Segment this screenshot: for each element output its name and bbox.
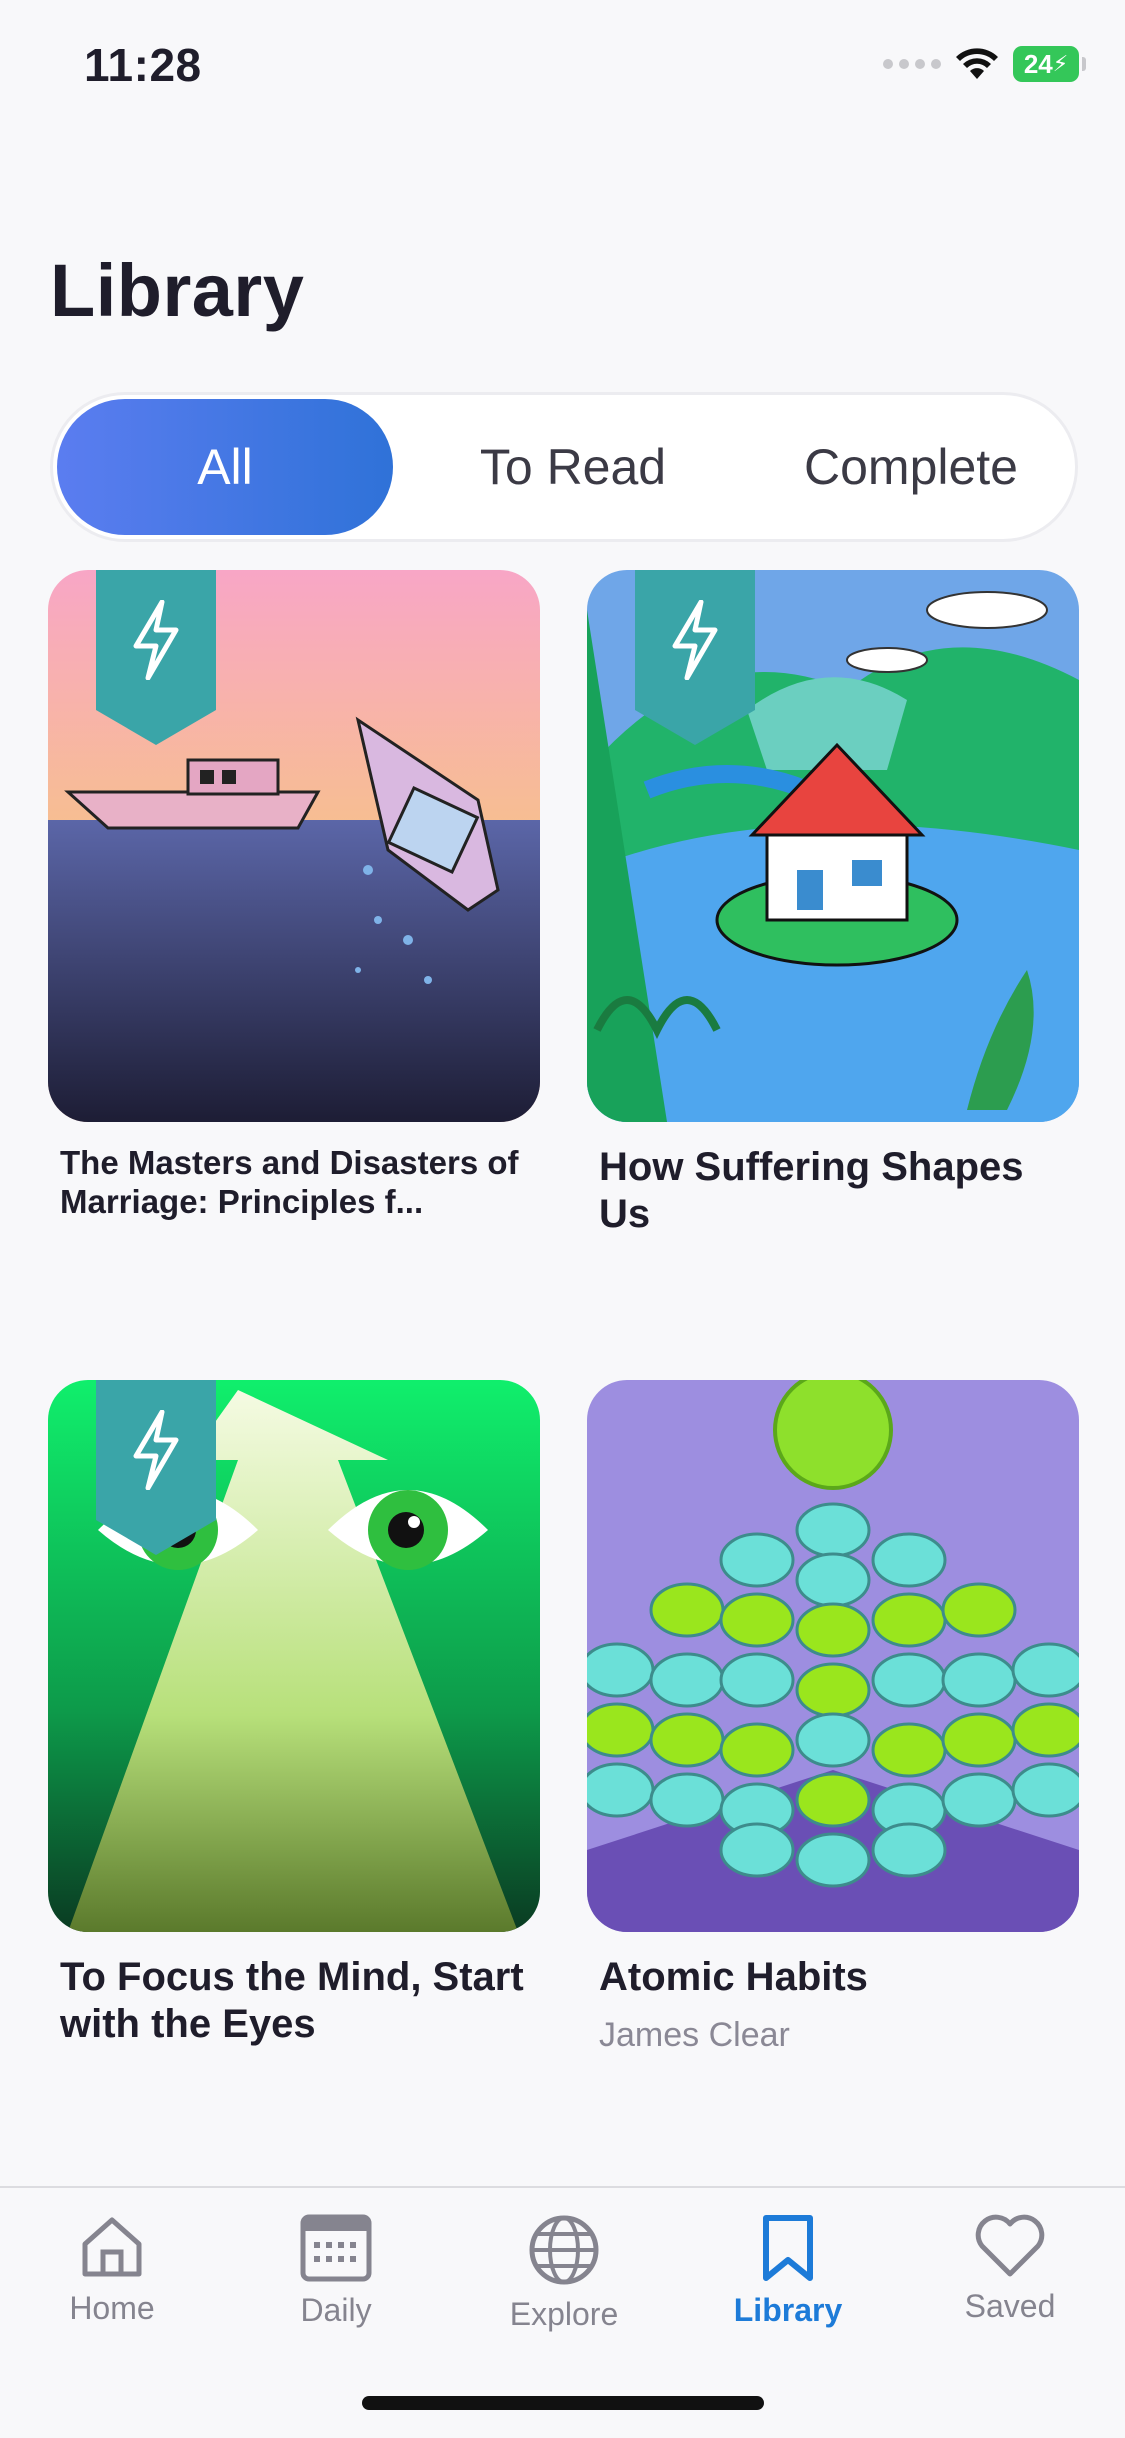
tab-home[interactable]: Home <box>32 2214 192 2327</box>
page-title: Library <box>50 249 305 332</box>
book-author: James Clear <box>599 2016 790 2054</box>
quick-read-badge <box>96 570 216 745</box>
status-time: 11:28 <box>84 39 202 91</box>
heart-icon <box>975 2214 1045 2277</box>
globe-icon <box>529 2215 599 2285</box>
book-title[interactable]: Atomic Habits <box>599 1954 1069 2001</box>
status-indicators: 24 ⚡ <box>883 46 1086 82</box>
book-cover-image[interactable] <box>48 570 540 1122</box>
book-title[interactable]: How Suffering Shapes Us <box>599 1144 1069 1238</box>
book-cover-image[interactable] <box>48 1380 540 1932</box>
tab-label: Home <box>69 2290 155 2326</box>
tab-saved[interactable]: Saved <box>930 2214 1090 2325</box>
tab-explore[interactable]: Explore <box>484 2214 644 2333</box>
status-bar: 11:28 24 ⚡ <box>0 0 1125 130</box>
bolt-icon <box>672 600 718 680</box>
tab-label: Saved <box>964 2288 1056 2324</box>
tab-label: Daily <box>300 2292 372 2328</box>
tab-to-read[interactable]: To Read <box>403 399 743 535</box>
book-card[interactable]: The Masters and Disasters of Marriage: P… <box>48 570 540 1270</box>
battery-icon: 24 ⚡ <box>1013 46 1086 82</box>
book-card[interactable]: How Suffering Shapes Us <box>587 570 1079 1270</box>
bolt-icon <box>133 600 179 680</box>
battery-level: 24 <box>1023 48 1053 79</box>
tab-complete[interactable]: Complete <box>743 399 1079 535</box>
quick-read-badge <box>635 570 755 745</box>
tab-all[interactable]: All <box>57 399 393 535</box>
calendar-icon <box>300 2214 372 2282</box>
book-card[interactable]: Atomic Habits James Clear <box>587 1380 1079 2080</box>
book-title[interactable]: The Masters and Disasters of Marriage: P… <box>60 1144 530 1222</box>
bolt-icon <box>133 1410 179 1490</box>
library-filter-tabs: All To Read Complete <box>50 392 1078 542</box>
bookmark-icon <box>763 2215 813 2281</box>
book-title[interactable]: To Focus the Mind, Start with the Eyes <box>60 1954 530 2048</box>
cellular-signal-icon <box>883 59 941 69</box>
book-cover-image[interactable] <box>587 570 1079 1122</box>
tab-label: Explore <box>509 2296 619 2332</box>
book-card[interactable]: To Focus the Mind, Start with the Eyes <box>48 1380 540 2080</box>
home-indicator[interactable] <box>362 2396 764 2410</box>
tab-daily[interactable]: Daily <box>256 2214 416 2329</box>
wifi-icon <box>956 48 998 79</box>
home-icon <box>82 2217 142 2277</box>
quick-read-badge <box>96 1380 216 1555</box>
tab-label: Library <box>733 2292 843 2328</box>
book-cover-image[interactable] <box>587 1380 1079 1932</box>
tab-library[interactable]: Library <box>708 2214 868 2329</box>
